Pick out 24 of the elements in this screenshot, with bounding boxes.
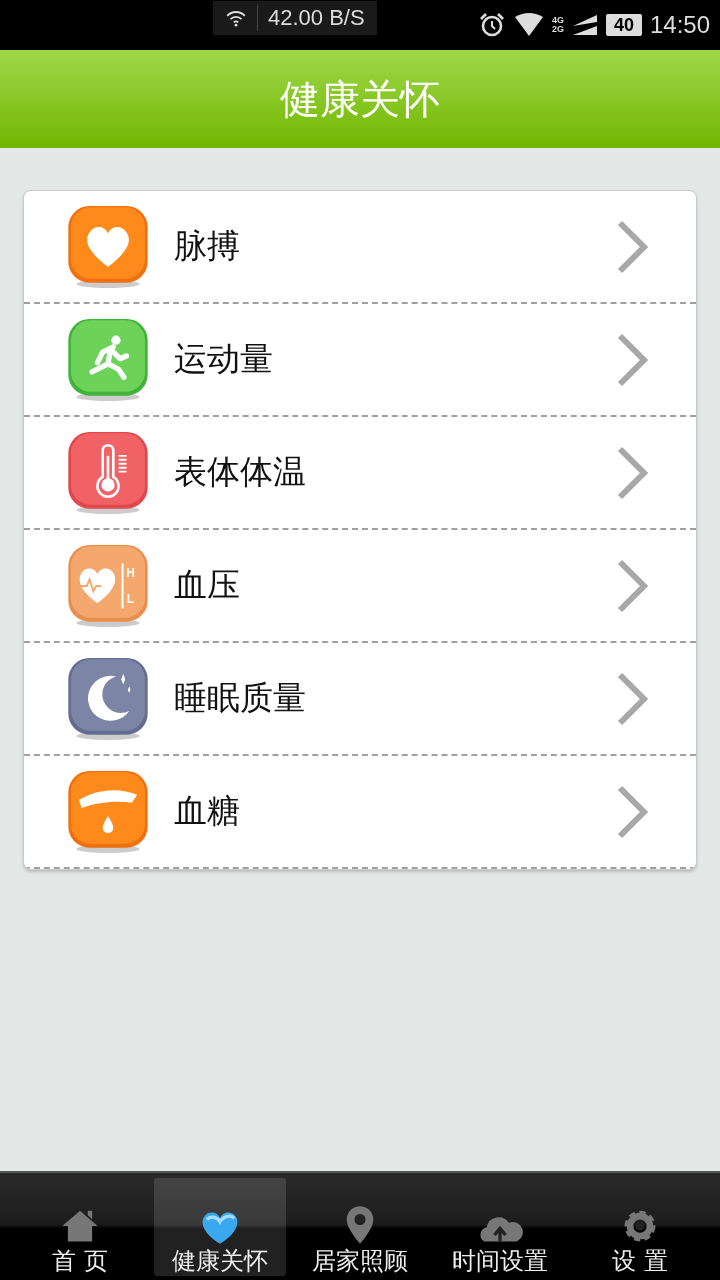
wifi-icon [225, 9, 247, 27]
menu-item[interactable]: 运动量 [24, 304, 696, 417]
battery-indicator: 40 [605, 14, 642, 36]
menu-item[interactable]: 表体体温 [24, 417, 696, 530]
heart-icon [67, 203, 149, 290]
moon-icon [67, 655, 149, 742]
tab[interactable]: 居家照顾 [294, 1178, 426, 1276]
menu-item[interactable]: 脉搏 [24, 191, 696, 304]
network-type: 4G 2G [551, 16, 564, 34]
wifi-signal-icon [513, 13, 544, 37]
network-speed: 42.00 B/S [257, 5, 365, 31]
tab[interactable]: 设 置 [574, 1178, 706, 1276]
page-title: 健康关怀 [280, 74, 440, 124]
tab[interactable]: 时间设置 [434, 1178, 566, 1276]
runner-icon [67, 316, 149, 403]
clock-time: 14:50 [649, 11, 710, 39]
menu-item[interactable]: 血糖 [24, 756, 696, 869]
cell-signal-icon [571, 14, 598, 36]
menu-item[interactable]: 睡眠质量 [24, 643, 696, 756]
menu-item[interactable]: H L 血压 [24, 530, 696, 643]
tab[interactable]: 首 页 [14, 1178, 146, 1276]
drop-icon [67, 768, 149, 855]
tab[interactable]: 健康关怀 [154, 1178, 286, 1276]
thermometer-icon [67, 429, 149, 516]
